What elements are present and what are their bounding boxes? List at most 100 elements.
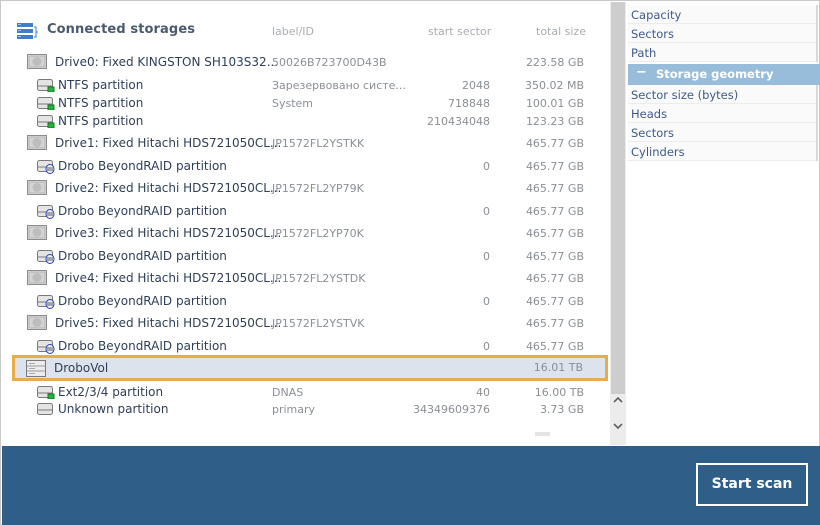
row-total-size: 465.77 GB bbox=[525, 227, 584, 240]
row-total-size: 16.01 TB bbox=[533, 361, 583, 374]
row-label: JP1572FL2YP70K bbox=[272, 227, 364, 240]
row-name: NTFS partition bbox=[58, 96, 144, 110]
row-name: Drobo BeyondRAID partition bbox=[58, 294, 227, 308]
unknown-partition-icon bbox=[37, 403, 55, 419]
chevron-down-icon bbox=[613, 423, 623, 430]
property-sectors[interactable]: Sectors bbox=[628, 24, 818, 43]
raid-partition-icon bbox=[37, 160, 55, 177]
row-total-size: 465.77 GB bbox=[525, 160, 584, 173]
storage-tree-panel: Connected storages label/ID start sector… bbox=[2, 2, 610, 445]
row-start-sector: 0 bbox=[483, 340, 490, 353]
hard-drive-icon bbox=[27, 315, 47, 333]
raid-partition-icon bbox=[37, 295, 55, 312]
partition-row[interactable]: NTFS partition 210434048 123.23 GB bbox=[13, 110, 609, 132]
row-name: Drive0: Fixed KINGSTON SH103S32... bbox=[55, 55, 279, 69]
row-name: Drive5: Fixed Hitachi HDS721050CL... bbox=[55, 316, 282, 330]
row-label: primary bbox=[272, 403, 316, 416]
row-name: Unknown partition bbox=[58, 402, 169, 416]
property-sector-size[interactable]: Sector size (bytes) bbox=[628, 85, 818, 104]
column-header-total-size[interactable]: total size bbox=[536, 25, 586, 38]
hard-drive-icon bbox=[27, 180, 47, 198]
hard-drive-icon bbox=[27, 225, 47, 243]
drive-row[interactable]: Drive3: Fixed Hitachi HDS721050CL... JP15… bbox=[13, 222, 609, 244]
partition-row[interactable]: Unknown partition primary 34349609376 3.73 … bbox=[13, 398, 609, 420]
partition-row[interactable]: Drobo BeyondRAID partition 0 465.77 GB bbox=[13, 155, 609, 177]
row-name: Drobo BeyondRAID partition bbox=[58, 204, 227, 218]
partition-row[interactable]: Drobo BeyondRAID partition 0 465.77 GB bbox=[13, 200, 609, 222]
property-capacity[interactable]: Capacity bbox=[628, 5, 818, 24]
row-name: Drive1: Fixed Hitachi HDS721050CL... bbox=[55, 136, 282, 150]
row-total-size: 350.02 MB bbox=[524, 79, 584, 92]
ntfs-partition-icon bbox=[37, 115, 55, 131]
property-cylinders[interactable]: Cylinders bbox=[628, 142, 818, 161]
drive-row[interactable]: Drive0: Fixed KINGSTON SH103S32... 50026B… bbox=[13, 51, 609, 73]
hard-drive-icon bbox=[27, 270, 47, 288]
row-start-sector: 0 bbox=[483, 205, 490, 218]
scroll-up-button[interactable] bbox=[612, 394, 624, 410]
drive-row[interactable]: Drive5: Fixed Hitachi HDS721050CL... JP15… bbox=[13, 312, 609, 334]
scroll-down-button[interactable] bbox=[612, 420, 624, 436]
row-label: 50026B723700D43B bbox=[272, 56, 387, 69]
section-storage-geometry[interactable]: − Storage geometry bbox=[628, 64, 820, 85]
partition-row[interactable]: Drobo BeyondRAID partition 0 465.77 GB bbox=[13, 335, 609, 357]
row-total-size: 465.77 GB bbox=[525, 340, 584, 353]
row-name: Drive3: Fixed Hitachi HDS721050CL... bbox=[55, 226, 282, 240]
tree-title: Connected storages bbox=[47, 22, 196, 37]
partition-row[interactable]: Drobo BeyondRAID partition 0 465.77 GB bbox=[13, 290, 609, 312]
row-total-size: 223.58 GB bbox=[525, 56, 584, 69]
storages-icon bbox=[17, 23, 38, 39]
row-total-size: 100.01 GB bbox=[525, 97, 584, 110]
row-total-size: 465.77 GB bbox=[525, 295, 584, 308]
row-label: JP1572FL2YSTKK bbox=[272, 137, 365, 150]
section-title: Storage geometry bbox=[656, 67, 774, 81]
row-total-size: 465.77 GB bbox=[525, 205, 584, 218]
column-header-label[interactable]: label/ID bbox=[272, 25, 314, 38]
partition-row[interactable]: Drobo BeyondRAID partition 0 465.77 GB bbox=[13, 245, 609, 267]
row-start-sector: 0 bbox=[483, 160, 490, 173]
row-total-size: 465.77 GB bbox=[525, 182, 584, 195]
drive-row[interactable]: Drive2: Fixed Hitachi HDS721050CL... JP15… bbox=[13, 177, 609, 199]
row-total-size: 465.77 GB bbox=[525, 317, 584, 330]
row-start-sector: 210434048 bbox=[427, 115, 490, 128]
property-geometry-sectors[interactable]: Sectors bbox=[628, 123, 818, 142]
hard-drive-icon bbox=[27, 54, 47, 72]
scrollbar-thumb[interactable] bbox=[611, 2, 625, 394]
row-start-sector: 718848 bbox=[448, 97, 490, 110]
row-name: Drive2: Fixed Hitachi HDS721050CL... bbox=[55, 181, 282, 195]
collapse-icon[interactable]: − bbox=[636, 65, 647, 80]
row-start-sector: 0 bbox=[483, 250, 490, 263]
row-name: NTFS partition bbox=[58, 78, 144, 92]
row-label: JP1572FL2YSTDK bbox=[272, 272, 366, 285]
vertical-scrollbar[interactable] bbox=[610, 2, 626, 445]
property-path[interactable]: Path bbox=[628, 43, 818, 62]
row-total-size: 123.23 GB bbox=[525, 115, 584, 128]
row-start-sector: 0 bbox=[483, 295, 490, 308]
row-start-sector: 2048 bbox=[462, 79, 490, 92]
row-start-sector: 34349609376 bbox=[413, 403, 490, 416]
row-label: System bbox=[272, 97, 314, 110]
row-total-size: 465.77 GB bbox=[525, 272, 584, 285]
row-name: DroboVol bbox=[54, 361, 109, 375]
row-name: Drive4: Fixed Hitachi HDS721050CL... bbox=[55, 271, 282, 285]
window: Connected storages label/ID start sector… bbox=[0, 0, 820, 525]
row-name: Drobo BeyondRAID partition bbox=[58, 339, 227, 353]
raid-partition-icon bbox=[37, 250, 55, 267]
raid-partition-icon bbox=[37, 205, 55, 222]
raid-volume-icon bbox=[26, 360, 46, 380]
column-header-start-sector[interactable]: start sector bbox=[428, 25, 491, 38]
row-name: Ext2/3/4 partition bbox=[58, 385, 164, 399]
row-label: Зарезервовано систе... bbox=[272, 79, 406, 92]
horizontal-scrollbar-thumb[interactable] bbox=[535, 432, 550, 436]
row-label: JP1572FL2YP79K bbox=[272, 182, 364, 195]
drive-row[interactable]: Drive1: Fixed Hitachi HDS721050CL... JP15… bbox=[13, 132, 609, 154]
row-total-size: 465.77 GB bbox=[525, 250, 584, 263]
drive-row[interactable]: Drive4: Fixed Hitachi HDS721050CL... JP15… bbox=[13, 267, 609, 289]
row-name: Drobo BeyondRAID partition bbox=[58, 159, 227, 173]
row-name: NTFS partition bbox=[58, 114, 144, 128]
volume-row[interactable]: DroboVol 16.01 TB bbox=[12, 355, 608, 381]
hard-drive-icon bbox=[27, 135, 47, 153]
properties-panel: Capacity Sectors Path − Storage geometry… bbox=[628, 2, 820, 445]
start-scan-button[interactable]: Start scan bbox=[696, 463, 808, 506]
row-name: Drobo BeyondRAID partition bbox=[58, 249, 227, 263]
property-heads[interactable]: Heads bbox=[628, 104, 818, 123]
